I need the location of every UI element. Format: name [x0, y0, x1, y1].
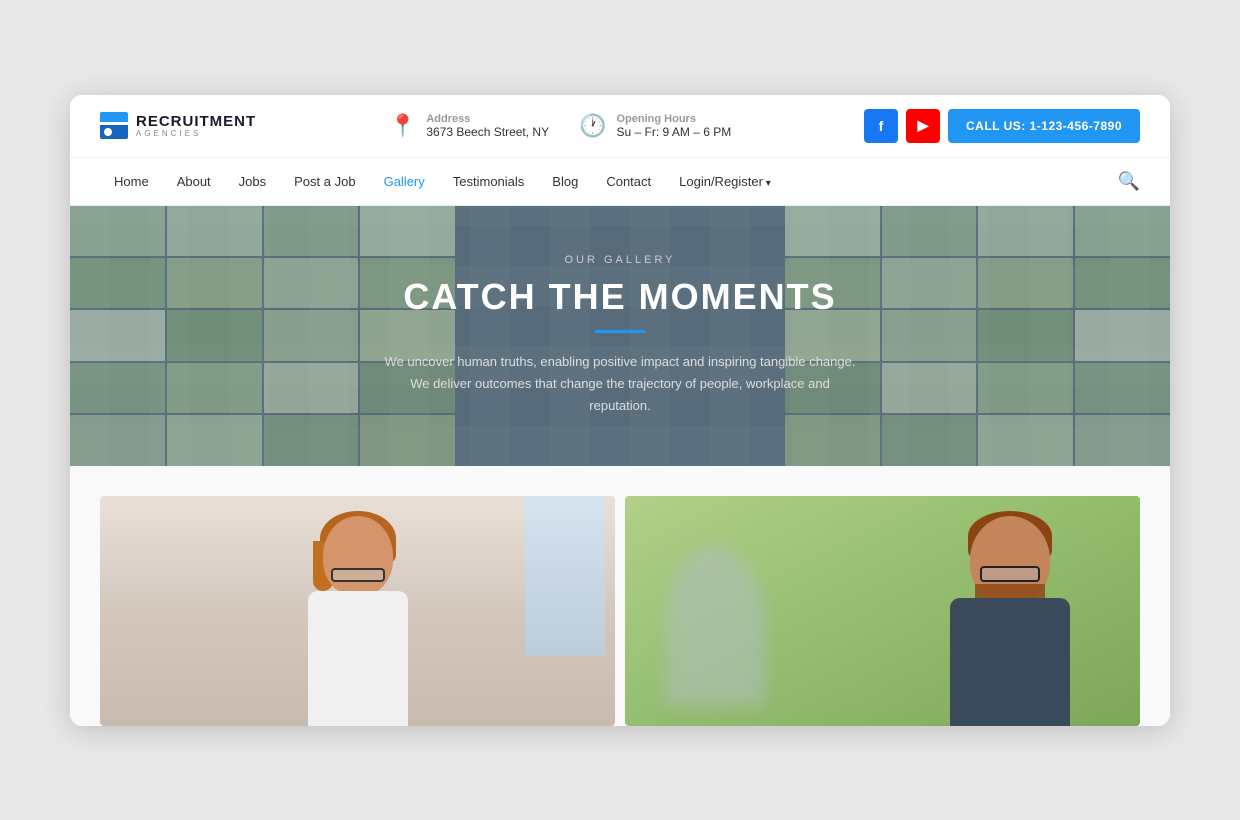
search-icon[interactable]: 🔍 [1118, 171, 1140, 192]
nav-links: Home About Jobs Post a Job Gallery Testi… [100, 158, 785, 205]
hero-title: CATCH THE MOMENTS [403, 276, 836, 318]
logo-area: RECRUITMENT AGENCIES [100, 112, 256, 139]
nav-link-about[interactable]: About [163, 158, 225, 205]
browser-window: RECRUITMENT AGENCIES 📍 Address 3673 Beec… [70, 95, 1170, 726]
body [308, 591, 408, 726]
hero-content: OUR GALLERY CATCH THE MOMENTS We uncover… [70, 206, 1170, 466]
nav-link-home[interactable]: Home [100, 158, 163, 205]
nav-item-post-a-job: Post a Job [280, 158, 369, 205]
header-right: f ▶ CALL US: 1-123-456-7890 [864, 109, 1140, 143]
hero-divider [595, 330, 645, 333]
body-2 [950, 598, 1070, 726]
hero-description: We uncover human truths, enabling positi… [380, 351, 860, 417]
blur-person [665, 546, 765, 706]
address-text: Address 3673 Beech Street, NY [426, 113, 549, 139]
header-top: RECRUITMENT AGENCIES 📍 Address 3673 Beec… [70, 95, 1170, 158]
call-button[interactable]: CALL US: 1-123-456-7890 [948, 109, 1140, 143]
logo-icon [100, 112, 128, 139]
glasses-2 [980, 566, 1040, 582]
glasses [331, 568, 385, 582]
nav-link-testimonials[interactable]: Testimonials [439, 158, 539, 205]
nav-bar: Home About Jobs Post a Job Gallery Testi… [70, 158, 1170, 206]
nav-item-gallery: Gallery [370, 158, 439, 205]
location-icon: 📍 [389, 113, 416, 139]
nav-link-contact[interactable]: Contact [592, 158, 665, 205]
person-1-scene [100, 496, 615, 726]
logo-icon-top [100, 112, 128, 122]
nav-item-testimonials: Testimonials [439, 158, 539, 205]
gallery-item-2[interactable] [625, 496, 1140, 726]
address-value: 3673 Beech Street, NY [426, 125, 549, 139]
hero-subtitle: OUR GALLERY [564, 254, 675, 266]
person-2-figure [910, 506, 1110, 726]
header-info: 📍 Address 3673 Beech Street, NY 🕐 Openin… [389, 113, 731, 139]
nav-item-jobs: Jobs [225, 158, 280, 205]
nav-item-blog: Blog [538, 158, 592, 205]
address-label: Address [426, 113, 549, 125]
nav-link-blog[interactable]: Blog [538, 158, 592, 205]
hours-info: 🕐 Opening Hours Su – Fr: 9 AM – 6 PM [579, 113, 731, 139]
head-2 [970, 516, 1050, 604]
head [323, 516, 393, 596]
logo-sub-text: AGENCIES [136, 129, 256, 138]
nav-link-login[interactable]: Login/Register [665, 158, 785, 205]
facebook-button[interactable]: f [864, 109, 898, 143]
logo-text: RECRUITMENT AGENCIES [136, 114, 256, 138]
window-light [525, 496, 605, 656]
gallery-item-1[interactable] [100, 496, 615, 726]
hero-banner: OUR GALLERY CATCH THE MOMENTS We uncover… [70, 206, 1170, 466]
youtube-button[interactable]: ▶ [906, 109, 940, 143]
person-1-figure [268, 506, 448, 726]
clock-icon: 🕐 [579, 113, 606, 139]
logo-main-text: RECRUITMENT [136, 114, 256, 129]
logo-icon-bottom [100, 125, 128, 139]
nav-link-jobs[interactable]: Jobs [225, 158, 280, 205]
gallery-section [70, 466, 1170, 726]
nav-item-contact: Contact [592, 158, 665, 205]
nav-item-about: About [163, 158, 225, 205]
nav-item-login: Login/Register [665, 158, 785, 205]
person-2-scene [625, 496, 1140, 726]
hours-label: Opening Hours [617, 113, 732, 125]
hours-text: Opening Hours Su – Fr: 9 AM – 6 PM [617, 113, 732, 139]
gallery-grid [100, 496, 1140, 726]
nav-link-gallery[interactable]: Gallery [370, 158, 439, 205]
nav-link-post-a-job[interactable]: Post a Job [280, 158, 369, 205]
address-info: 📍 Address 3673 Beech Street, NY [389, 113, 549, 139]
hours-value: Su – Fr: 9 AM – 6 PM [617, 125, 732, 139]
nav-item-home: Home [100, 158, 163, 205]
